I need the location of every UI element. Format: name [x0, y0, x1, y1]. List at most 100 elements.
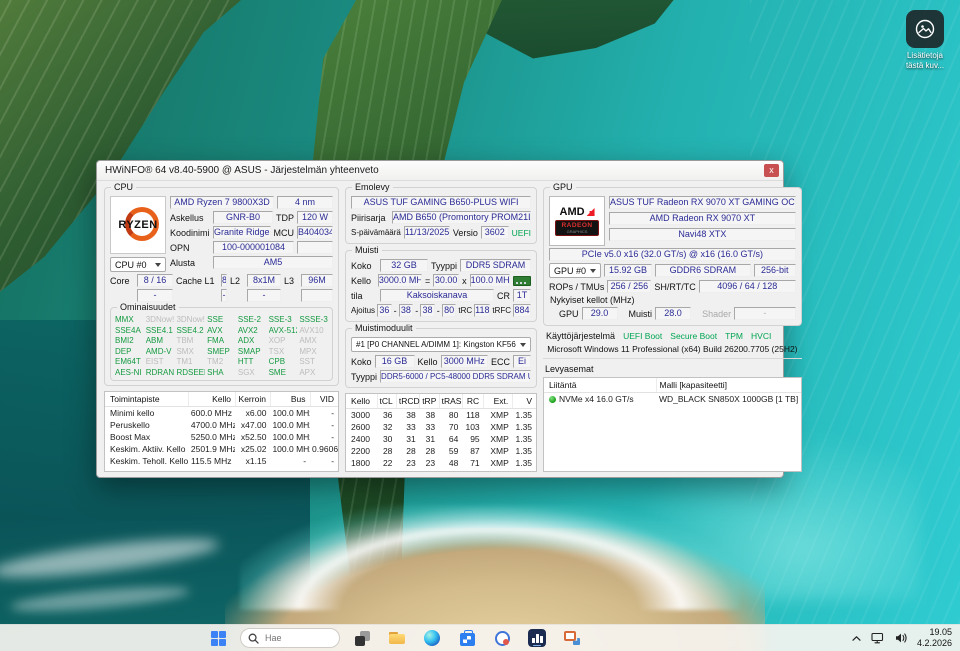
gpu-memclock-label: Muisti [629, 309, 653, 319]
vram-type-field: GDDR6 SDRAM [655, 264, 751, 277]
network-button[interactable] [871, 632, 886, 644]
cr-label: CR [497, 291, 510, 301]
volume-button[interactable] [895, 632, 908, 644]
op-table-header: Kello [189, 392, 236, 407]
mem-table-header: tRP [420, 394, 439, 409]
tray-clock[interactable]: 19.05 4.2.2026 [917, 627, 952, 649]
store-button[interactable] [454, 626, 480, 650]
core-label: Core [110, 276, 134, 286]
module-size-field: 16 GB [375, 355, 415, 368]
speaker-icon [895, 632, 908, 644]
memory-clock-label: Kello [351, 276, 375, 286]
tray-date: 4.2.2026 [917, 638, 952, 649]
l2-field: 8x1M [247, 274, 281, 287]
task-view-button[interactable] [349, 626, 375, 650]
cpu-feature-flag: RDSEED [176, 368, 205, 378]
cpu-selector[interactable]: CPU #0 [110, 257, 166, 272]
platform-label: Alusta [170, 258, 210, 268]
cpu-feature-flag: SSE [207, 315, 236, 325]
cpu-feature-flag: AMX [299, 336, 328, 346]
cpu-feature-flag: ABM [146, 336, 175, 346]
cpu-feature-flag: 3DNow!-2 [176, 315, 205, 325]
cache-l1-field: 8x32 + 8x48 [221, 274, 227, 287]
memory-timings-table: Kello tCL tRCD tRP tRAS RC Ext. V 300036… [345, 393, 537, 472]
drive-row: NVMe x4 16.0 GT/s WD_BLACK SN850X 1000GB… [544, 393, 801, 406]
mem-table-header: RC [462, 394, 483, 409]
cpu-feature-flag: SME [269, 368, 298, 378]
os-section: Käyttöjärjestelmä UEFI Boot Secure Boot … [543, 326, 802, 359]
cpu-feature-flag: TBM [176, 336, 205, 346]
cpu-feature-flag: DEP [115, 347, 144, 357]
close-button[interactable]: x [764, 164, 779, 177]
memory-module-selector[interactable]: #1 [P0 CHANNEL A/DIMM 1]: Kingston KF560… [351, 337, 531, 352]
cpu-feature-flag: AVX10 [299, 326, 328, 336]
uefi-boot-flag: UEFI Boot [623, 331, 662, 341]
paint-icon [495, 631, 510, 646]
op-table-row: Keskim. Teholl. Kello115.5 MHzx1.15-- [105, 455, 338, 467]
gpu-selector[interactable]: GPU #0 [549, 263, 601, 278]
hwinfo-sensors-icon [564, 631, 580, 645]
os-name: Microsoft Windows 11 Professional (x64) … [546, 344, 799, 354]
cpu-feature-flag: MMX [115, 315, 144, 325]
ecc-field: Ei [513, 355, 531, 368]
chipset-field: AMD B650 (Promontory PROM21L.1) [392, 211, 531, 224]
memory-mode-label: tila [351, 291, 377, 301]
edge-button[interactable] [419, 626, 445, 650]
vram-size-field: 15.92 GB [604, 264, 652, 277]
tdp-label: TDP [276, 213, 294, 223]
taskbar-search[interactable] [240, 628, 340, 648]
mem-table-row: 2800363838 80118XMP1.25 [346, 469, 536, 472]
wallpaper-surf [240, 505, 740, 610]
mem-table-header: tRAS [439, 394, 462, 409]
tdp-field: 120 W [297, 211, 333, 224]
cpu-feature-flag: SGX [238, 368, 267, 378]
ethernet-icon [871, 632, 886, 644]
mcu-field: B404034 [297, 226, 333, 239]
stepping-label: Askellus [170, 213, 210, 223]
cpu-feature-flag: EIST [146, 357, 175, 367]
empty-field [301, 289, 333, 302]
core-field: 8 / 16 [137, 274, 173, 287]
drives-header-model: Malli [kapasiteetti] [657, 378, 801, 393]
pcie-field: PCIe v5.0 x16 (32.0 GT/s) @ x16 (16.0 GT… [549, 248, 796, 261]
motherboard-group: Emolevy ASUS TUF GAMING B650-PLUS WIFI P… [345, 187, 537, 244]
ecc-label: ECC [491, 357, 510, 367]
trfc-field: 884 [513, 304, 531, 317]
mem-table-header: tCL [377, 394, 396, 409]
memory-multiplier-field: 30.00 [433, 274, 459, 287]
timing-field: 38 [399, 304, 414, 317]
dash-field: - [221, 289, 227, 302]
cpu-feature-flag: AVX-512 [269, 326, 298, 336]
start-button[interactable] [205, 626, 231, 650]
window-titlebar[interactable]: HWiNFO® 64 v8.40-5900 @ ASUS - Järjestel… [97, 161, 783, 181]
module-clock-label: Kello [418, 357, 438, 367]
hwinfo-sensors-button[interactable] [559, 626, 585, 650]
tray-chevron-button[interactable] [851, 634, 862, 643]
cpu-feature-flag: SSE4.2 [176, 326, 205, 336]
drive-status-icon [549, 396, 556, 403]
cpu-feature-flag: SST [299, 357, 328, 367]
cpu-feature-flag: ADX [238, 336, 267, 346]
secure-boot-flag: Secure Boot [670, 331, 717, 341]
store-icon [460, 633, 475, 646]
file-explorer-button[interactable] [384, 626, 410, 650]
cpu-feature-flag: EM64T [115, 357, 144, 367]
tpm-flag: TPM [725, 331, 743, 341]
bus-width-field: 256-bit [754, 264, 796, 277]
hwinfo-window: HWiNFO® 64 v8.40-5900 @ ASUS - Järjestel… [96, 160, 784, 478]
search-icon [248, 633, 259, 644]
desktop-icon-spotlight[interactable]: Lisätietoja tästä kuv... [896, 10, 954, 71]
paint-button[interactable] [489, 626, 515, 650]
folder-icon [389, 632, 405, 644]
gpu-group: GPU AMD RADEON GRAPHICS ASUS TUF Radeon … [543, 187, 802, 326]
rops-tmus-label: ROPs / TMUs [549, 282, 604, 292]
hwinfo-taskbar-button[interactable] [524, 626, 550, 650]
memory-group-title: Muisti [352, 245, 382, 255]
memory-modules-group-title: Muistimoduulit [352, 323, 416, 333]
cpu-feature-flag: CPB [269, 357, 298, 367]
op-table-row: Minimi kello600.0 MHzx6.00100.0 MHz- [105, 407, 338, 420]
cpu-feature-flag: RDRAND [146, 368, 175, 378]
mem-table-row: 2600323333 70103XMP1.35 [346, 421, 536, 433]
windows-logo-icon [211, 631, 226, 646]
bios-version-label: Versio [453, 228, 478, 238]
